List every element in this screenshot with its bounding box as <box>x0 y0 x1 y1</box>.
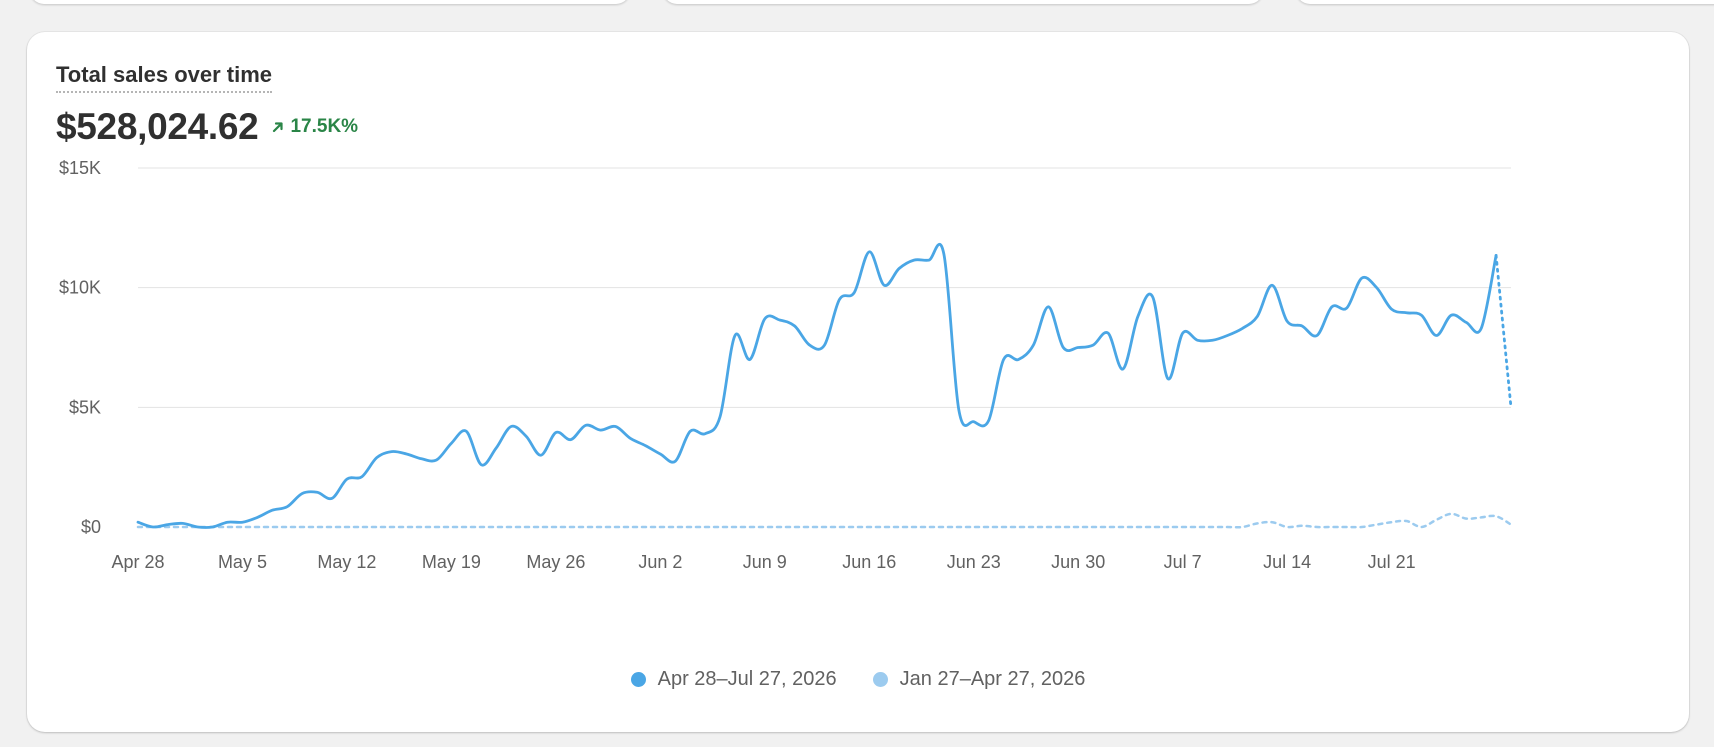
y-tick-label: $15K <box>59 158 101 178</box>
legend-dot-current <box>630 672 646 687</box>
sales-line-chart[interactable]: $0 $5K $10K $15K Apr 28 May 5 May 12 May 19 May … <box>27 32 1689 662</box>
x-tick-label: May 26 <box>526 552 585 572</box>
x-tick-label: May 12 <box>317 552 376 572</box>
x-tick-label: Jul 21 <box>1368 552 1416 572</box>
x-tick-label: May 19 <box>422 552 481 572</box>
x-tick-label: Jun 23 <box>947 552 1001 572</box>
x-tick-label: Jun 2 <box>638 552 682 572</box>
legend-item-previous[interactable]: Jan 27–Apr 27, 2026 <box>872 668 1086 691</box>
x-tick-label: Jun 9 <box>743 552 787 572</box>
summary-card-left[interactable] <box>30 0 630 4</box>
y-tick-label: $5K <box>69 397 101 417</box>
legend-dot-previous <box>872 672 888 687</box>
y-tick-label: $10K <box>59 278 101 298</box>
legend-label-previous: Jan 27–Apr 27, 2026 <box>899 668 1086 690</box>
summary-card-right[interactable] <box>1296 0 1714 4</box>
legend-item-current[interactable]: Apr 28–Jul 27, 2026 <box>630 668 837 691</box>
x-tick-label: Apr 28 <box>111 552 164 572</box>
y-tick-label: $0 <box>81 517 101 537</box>
x-tick-label: May 5 <box>218 552 267 572</box>
x-tick-label: Jun 16 <box>842 552 896 572</box>
total-sales-card: Total sales over time $528,024.62 17.5K%… <box>27 32 1689 732</box>
legend-label-current: Apr 28–Jul 27, 2026 <box>657 668 837 690</box>
series-line-previous <box>136 512 1513 529</box>
x-tick-label: Jul 7 <box>1164 552 1202 572</box>
summary-card-middle[interactable] <box>663 0 1263 4</box>
chart-legend: Apr 28–Jul 27, 2026 Jan 27–Apr 27, 2026 <box>27 668 1689 691</box>
x-tick-label: Jun 30 <box>1051 552 1105 572</box>
series-line-current <box>136 243 1498 529</box>
series-line-current-incomplete <box>1494 253 1513 409</box>
x-tick-label: Jul 14 <box>1263 552 1311 572</box>
